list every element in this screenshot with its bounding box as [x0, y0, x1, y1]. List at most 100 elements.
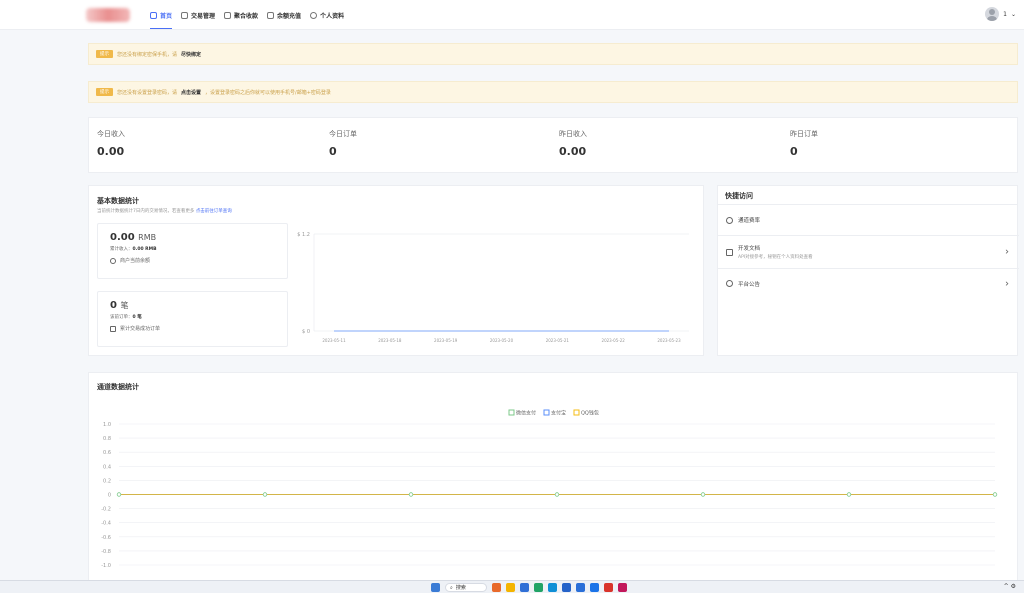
x-tick-label: 2023-05-22 [602, 338, 626, 343]
data-point [992, 492, 998, 497]
set-password-link[interactable]: 点击设置 [181, 89, 201, 96]
legend-swatch [543, 409, 550, 416]
taskbar-app-icon[interactable] [604, 583, 613, 592]
balance-action-label: 商户当前余额 [120, 258, 151, 264]
quick-item-title: 通道费率 [738, 218, 761, 224]
data-point [408, 492, 414, 497]
alert-tag: 提示 [96, 88, 113, 96]
chevron-right-icon: › [1005, 278, 1009, 289]
ticket-icon [110, 325, 116, 332]
orders-sub: 该前订单：0 笔 [110, 314, 275, 320]
nav-item-orders[interactable]: 交易管理 [181, 0, 215, 30]
stat-value: 0 [329, 145, 337, 158]
nav-item-aggregate[interactable]: 聚合收款 [224, 0, 258, 30]
quick-access-card: 快捷访问 通道费率 开发文档 API对接参考，秘钥在个人资料处查看 › 平台公告… [717, 185, 1019, 356]
orders-sub-label: 该前订单： [110, 315, 133, 320]
system-tray[interactable]: ^ ⚙ [1004, 583, 1016, 590]
wallet-icon [267, 11, 275, 19]
card-title: 通道数据统计 [97, 383, 139, 391]
orders-box: 0 笔 该前订单：0 笔 累计交易成功订单 [97, 291, 288, 347]
x-tick-label: 2023-05-19 [434, 338, 458, 343]
data-point [700, 492, 706, 497]
taskbar-apps: ⌕ 搜索 [431, 583, 627, 592]
balance-action[interactable]: 商户当前余额 [110, 257, 275, 264]
stat-label: 今日订单 [329, 130, 357, 138]
channel-stats-card: 通道数据统计 微信支付 支付宝 QQ钱包 1.0 0.8 0.6 0.4 0.2 0 -0.2 -0… [88, 372, 1018, 582]
stat-label: 今日收入 [97, 130, 125, 138]
y-tick-label: -0.8 [101, 549, 111, 555]
taskbar-app-icon[interactable] [506, 583, 515, 592]
balance-sub: 累计收入：0.00 RMB [110, 246, 275, 252]
x-tick-label: 2023-05-21 [546, 338, 570, 343]
taskbar-search[interactable]: ⌕ 搜索 [445, 583, 487, 592]
nav-item-recharge[interactable]: 余额充值 [267, 0, 301, 30]
top-navbar: 首页 交易管理 聚合收款 余额充值 个人资料 1 ⌄ [0, 0, 1024, 30]
subtitle-text: 当前统计数据统计7日内的交易情况，若查看更多 [97, 209, 195, 214]
order-query-link[interactable]: 点击前往订单查询 [196, 209, 232, 214]
balance-box: 0.00 RMB 累计收入：0.00 RMB 商户当前余额 [97, 223, 288, 279]
stat-today-income: 今日收入 0.00 [97, 129, 125, 158]
orders-value-row: 0 笔 [110, 300, 275, 311]
nav-item-home[interactable]: 首页 [150, 0, 173, 30]
balance-value: 0.00 [110, 232, 135, 243]
y-tick-label: -0.6 [101, 535, 111, 541]
avatar [985, 7, 1000, 21]
y-tick-label: 0.2 [103, 478, 111, 484]
stat-label: 昨日订单 [790, 130, 818, 138]
quick-access-title: 快捷访问 [718, 186, 1017, 205]
stat-value: 0 [790, 145, 798, 158]
taskbar-app-icon[interactable] [590, 583, 599, 592]
y-tick-label: $ 1.2 [297, 232, 310, 238]
bind-phone-link[interactable]: 尽快绑定 [181, 51, 201, 58]
y-tick-label: 0.4 [103, 464, 111, 470]
coin-icon [110, 257, 116, 264]
taskbar-app-icon[interactable] [618, 583, 627, 592]
orders-action-label: 累计交易成功订单 [120, 326, 161, 332]
taskbar-app-icon[interactable] [576, 583, 585, 592]
alert-text: 您还没有绑定密保手机，请 [117, 51, 178, 58]
card-subtitle: 当前统计数据统计7日内的交易情况，若查看更多 点击前往订单查询 [97, 208, 232, 214]
user-menu[interactable]: 1 ⌄ [985, 7, 1016, 21]
taskbar-app-icon[interactable] [534, 583, 543, 592]
data-point [846, 492, 852, 497]
taskbar-app-icon[interactable] [548, 583, 557, 592]
grid-icon [224, 11, 232, 19]
stat-yesterday-income: 昨日收入 0.00 [559, 129, 587, 158]
windows-start-icon[interactable] [431, 583, 440, 592]
taskbar-app-icon[interactable] [520, 583, 529, 592]
orders-value: 0 [110, 300, 117, 311]
stat-yesterday-orders: 昨日订单 0 [790, 129, 818, 158]
x-tick-label: 2023-05-18 [378, 338, 402, 343]
y-tick-label: -0.4 [101, 521, 111, 527]
nav-item-label: 首页 [160, 12, 173, 20]
stat-value: 0.00 [97, 145, 125, 158]
alert-set-password: 提示 您还没有设置登录密码，请 点击设置 ，设置登录密码之后你就可以使用手机号/… [88, 81, 1018, 103]
stat-value: 0.00 [559, 145, 587, 158]
data-point [116, 492, 122, 497]
legend-item: 微信支付 [508, 409, 536, 417]
search-label: 搜索 [455, 585, 466, 591]
balance-value-row: 0.00 RMB [110, 232, 275, 243]
alert-bind-phone: 提示 您还没有绑定密保手机，请 尽快绑定 [88, 43, 1018, 65]
quick-item-title: 开发文档 [738, 246, 761, 252]
legend-swatch [508, 409, 515, 416]
quick-item-docs[interactable]: 开发文档 API对接参考，秘钥在个人资料处查看 › [718, 236, 1019, 269]
income-line-chart: $ 1.2 $ 0 2023-05-11 2023-05-18 2023-05-19 20… [297, 232, 689, 343]
nav-item-profile[interactable]: 个人资料 [310, 0, 344, 30]
taskbar-app-icon[interactable] [562, 583, 571, 592]
orders-action[interactable]: 累计交易成功订单 [110, 325, 275, 332]
y-tick-label: 0.8 [103, 436, 111, 442]
taskbar-app-icon[interactable] [492, 583, 501, 592]
brand-logo[interactable] [86, 8, 130, 22]
quick-item-notice[interactable]: 平台公告 › [718, 269, 1019, 298]
data-point [262, 492, 268, 497]
quick-item-rate[interactable]: 通道费率 [718, 205, 1019, 236]
nav-item-label: 聚合收款 [234, 12, 259, 20]
legend-item: QQ钱包 [573, 409, 599, 417]
bell-icon [726, 280, 733, 287]
y-tick-label: -0.2 [101, 507, 111, 513]
nav-item-label: 个人资料 [320, 12, 345, 20]
legend-swatch [573, 409, 580, 416]
x-tick-label: 2023-05-11 [322, 338, 346, 343]
rate-icon [726, 216, 733, 224]
